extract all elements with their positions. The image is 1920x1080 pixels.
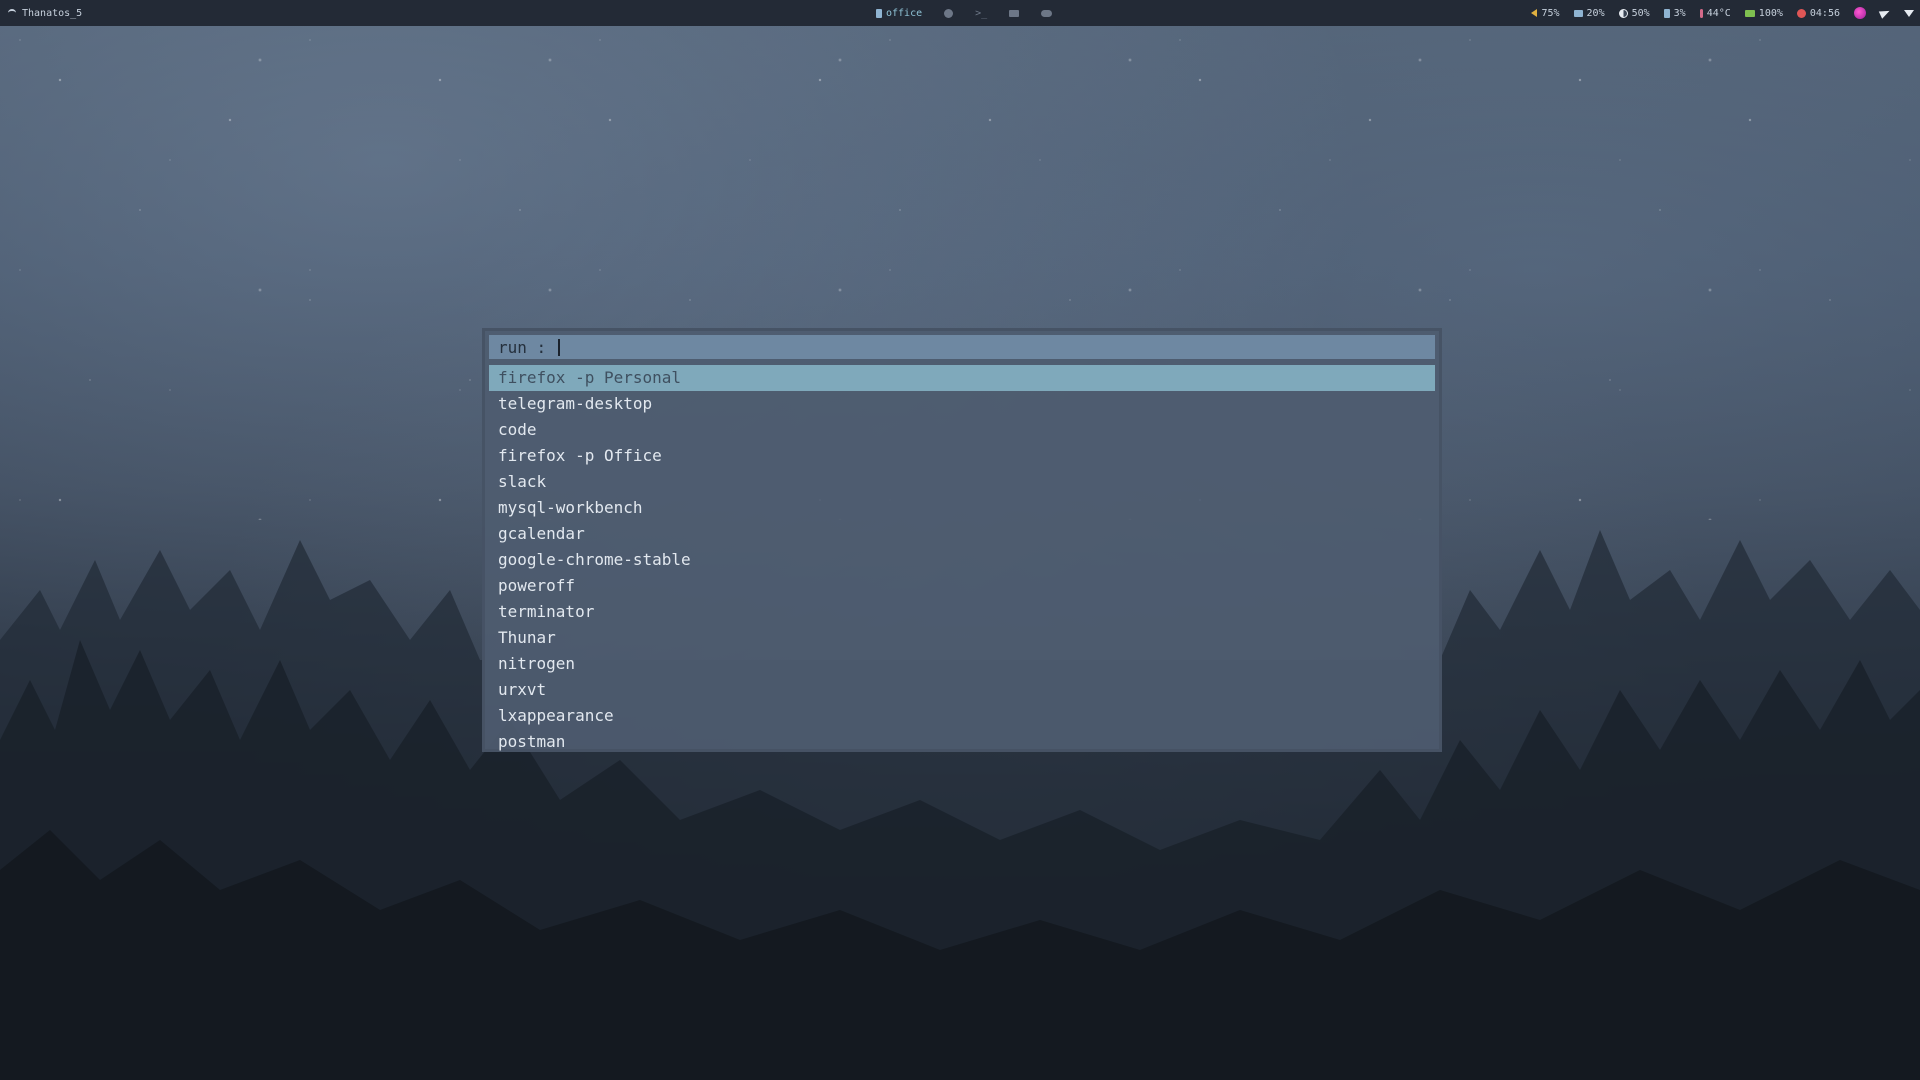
- memory-value: 20%: [1586, 7, 1605, 19]
- brightness-icon: [1618, 8, 1628, 18]
- list-item[interactable]: slack: [489, 469, 1435, 495]
- clock-icon: [1796, 8, 1806, 18]
- list-item[interactable]: firefox -p Office: [489, 443, 1435, 469]
- list-item[interactable]: Thunar: [489, 625, 1435, 651]
- list-item[interactable]: postman: [489, 729, 1435, 755]
- tray-telegram[interactable]: [1878, 7, 1892, 19]
- topbar-left: Thanatos_5: [8, 0, 82, 26]
- temperature-indicator: 44°C: [1699, 7, 1731, 19]
- list-item[interactable]: telegram-desktop: [489, 391, 1435, 417]
- volume-icon: [1531, 9, 1538, 17]
- battery-value: 100%: [1758, 7, 1783, 19]
- list-item[interactable]: urxvt: [489, 677, 1435, 703]
- top-status-bar: Thanatos_5 office >_ 75% 20% 50% 3% 44°C…: [0, 0, 1920, 26]
- list-item[interactable]: code: [489, 417, 1435, 443]
- list-item-selected[interactable]: firefox -p Personal: [489, 365, 1435, 391]
- clock-indicator[interactable]: 04:56: [1796, 7, 1840, 19]
- temperature-value: 44°C: [1706, 7, 1731, 19]
- app-avatar-icon: [1854, 7, 1866, 19]
- brightness-value: 50%: [1631, 7, 1650, 19]
- list-item[interactable]: nitrogen: [489, 651, 1435, 677]
- volume-indicator[interactable]: 75%: [1531, 7, 1560, 19]
- workspace-office-label: office: [886, 7, 923, 19]
- list-item[interactable]: gcalendar: [489, 521, 1435, 547]
- hostname-label: Thanatos_5: [22, 7, 83, 19]
- run-input[interactable]: [559, 337, 1360, 357]
- list-item[interactable]: terminator: [489, 599, 1435, 625]
- volume-value: 75%: [1541, 7, 1560, 19]
- document-icon: [876, 8, 882, 18]
- memory-icon: [1573, 9, 1583, 17]
- workspace-browser[interactable]: [944, 8, 954, 18]
- tray-app-avatar[interactable]: [1854, 7, 1866, 19]
- cloud-icon: [1041, 9, 1053, 17]
- disk-indicator: 3%: [1663, 7, 1686, 19]
- launcher-prompt-row[interactable]: run :: [489, 335, 1435, 359]
- folder-icon: [1009, 9, 1020, 17]
- battery-icon: [1744, 9, 1755, 17]
- list-item[interactable]: poweroff: [489, 573, 1435, 599]
- terminal-icon: >_: [975, 7, 988, 19]
- brightness-indicator[interactable]: 50%: [1618, 7, 1650, 19]
- telegram-send-icon: [1878, 7, 1892, 19]
- workspace-cloud[interactable]: [1041, 9, 1053, 17]
- memory-indicator: 20%: [1573, 7, 1605, 19]
- globe-icon: [944, 8, 954, 18]
- disk-value: 3%: [1673, 7, 1686, 19]
- list-item[interactable]: mysql-workbench: [489, 495, 1435, 521]
- wifi-icon: [8, 9, 16, 17]
- workspace-files[interactable]: [1009, 9, 1020, 17]
- workspace-office[interactable]: office: [876, 8, 922, 19]
- system-tray: 75% 20% 50% 3% 44°C 100% 04:56: [1531, 0, 1914, 26]
- list-item[interactable]: google-chrome-stable: [489, 547, 1435, 573]
- thermometer-icon: [1699, 8, 1703, 18]
- disk-icon: [1663, 8, 1670, 18]
- tray-menu-toggle[interactable]: [1904, 9, 1914, 17]
- prompt-label: run :: [498, 337, 556, 357]
- run-launcher: run : firefox -p Personal telegram-deskt…: [482, 328, 1442, 752]
- list-item[interactable]: lxappearance: [489, 703, 1435, 729]
- battery-indicator: 100%: [1744, 7, 1783, 19]
- launcher-results-list: firefox -p Personal telegram-desktop cod…: [489, 365, 1435, 755]
- workspace-terminal[interactable]: >_: [975, 8, 987, 19]
- clock-value: 04:56: [1809, 7, 1840, 19]
- chevron-down-icon: [1904, 9, 1914, 17]
- workspace-switcher: office >_: [876, 0, 1053, 26]
